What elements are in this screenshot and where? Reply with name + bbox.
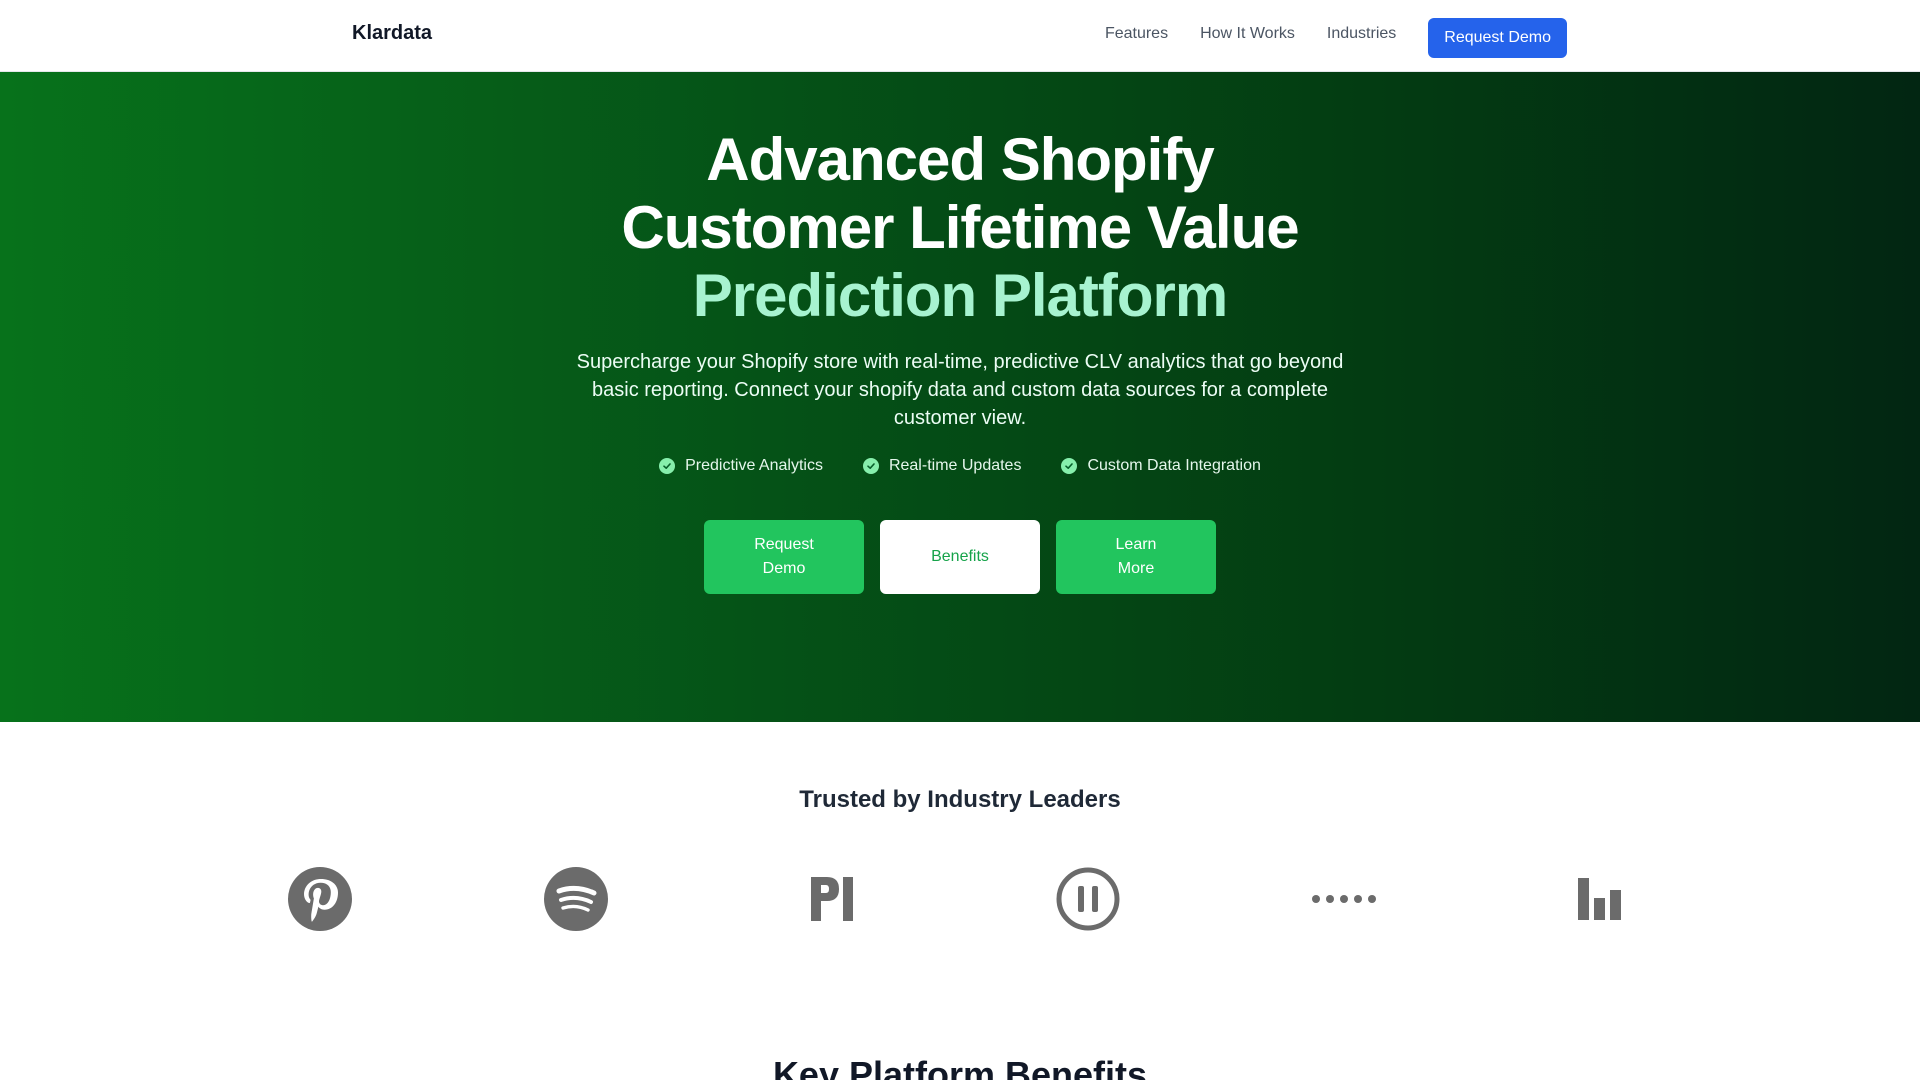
key-benefits-title: Key Platform Benefits	[772, 1054, 1148, 1080]
feature-list: Predictive Analytics Real-time Updates C…	[0, 457, 1920, 475]
feature-item: Real-time Updates	[862, 457, 1022, 475]
nav-links: Features How It Works Industries Request…	[1105, 18, 1567, 58]
nav-link-how-it-works[interactable]: How It Works	[1200, 24, 1295, 44]
spotify-logo-icon	[541, 864, 611, 934]
feature-item: Custom Data Integration	[1061, 457, 1261, 475]
top-navbar: Klardata Features How It Works Industrie…	[0, 0, 1920, 72]
check-circle-icon	[659, 458, 676, 474]
hero-title: Advanced Shopify Customer Lifetime Value…	[0, 126, 1920, 330]
nav-link-features[interactable]: Features	[1105, 24, 1168, 44]
nav-link-industries[interactable]: Industries	[1327, 24, 1396, 44]
feature-label: Real-time Updates	[888, 457, 1022, 474]
hero-buttons: Request Demo Benefits Learn More	[0, 520, 1920, 594]
nav-request-demo-button[interactable]: Request Demo	[1428, 18, 1567, 58]
hero-subtitle: Supercharge your Shopify store with real…	[576, 351, 1344, 429]
hero-section: Advanced Shopify Customer Lifetime Value…	[0, 72, 1920, 722]
feature-item: Predictive Analytics	[659, 457, 823, 475]
hero-title-line-3: Prediction Platform	[692, 262, 1228, 329]
benefits-button[interactable]: Benefits	[880, 520, 1040, 594]
pi-logo-icon	[797, 864, 867, 934]
request-demo-button[interactable]: Request Demo	[704, 520, 864, 594]
hero-title-line-1: Advanced Shopify	[706, 126, 1214, 193]
partner-logos	[0, 864, 1920, 934]
pause-circle-logo-icon	[1053, 864, 1123, 934]
trusted-title: Trusted by Industry Leaders	[799, 786, 1121, 813]
check-circle-icon	[1061, 458, 1078, 474]
hero-title-line-2: Customer Lifetime Value	[621, 194, 1299, 261]
check-circle-icon	[862, 458, 879, 474]
learn-more-button[interactable]: Learn More	[1056, 520, 1216, 594]
dots-logo-icon	[1309, 864, 1379, 934]
brand-logo[interactable]: Klardata	[352, 22, 432, 45]
feature-label: Custom Data Integration	[1087, 457, 1261, 474]
pinterest-logo-icon	[285, 864, 355, 934]
bar-chart-logo-icon	[1565, 864, 1635, 934]
feature-label: Predictive Analytics	[685, 457, 823, 474]
